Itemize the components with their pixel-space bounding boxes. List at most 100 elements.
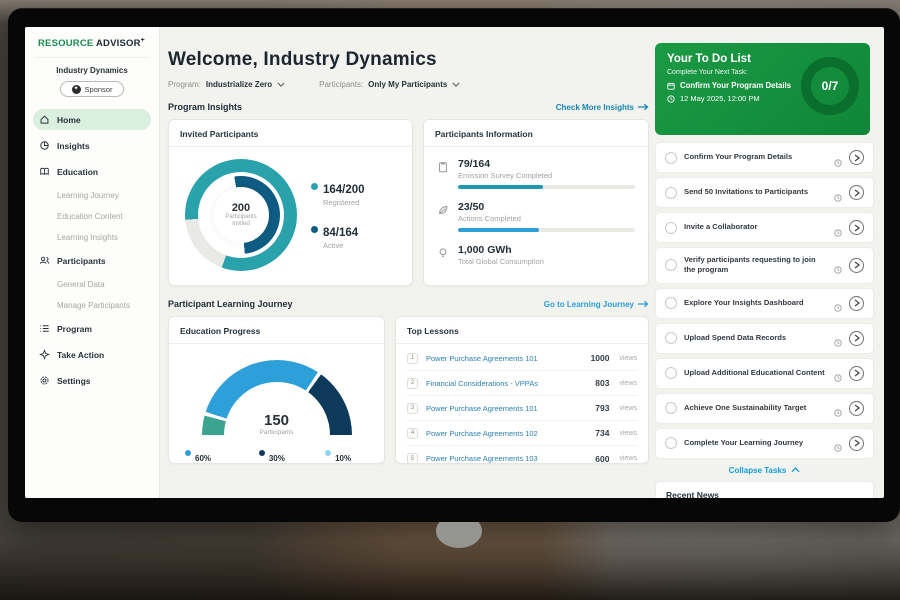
lesson-row[interactable]: 2 Financial Considerations - VPPAs 803 v… xyxy=(407,371,637,396)
task-checkbox[interactable] xyxy=(665,152,677,164)
task-row[interactable]: Invite a Collaborator xyxy=(655,212,874,243)
participants-filter-dropdown[interactable]: Participants: Only My Participants xyxy=(319,80,460,89)
task-checkbox[interactable] xyxy=(665,259,677,271)
top-lessons-card: Top Lessons 1 Power Purchase Agreements … xyxy=(395,316,649,464)
lesson-link[interactable]: Power Purchase Agreements 101 xyxy=(426,404,587,413)
sidebar-item-program[interactable]: Program xyxy=(33,318,151,339)
people-icon xyxy=(39,255,50,266)
task-checkbox[interactable] xyxy=(665,332,677,344)
program-filter-value: Industrialize Zero xyxy=(206,80,272,89)
gear-icon xyxy=(39,375,50,386)
top-lessons-list: 1 Power Purchase Agreements 101 1000 vie… xyxy=(396,344,648,464)
lesson-rank-badge: 2 xyxy=(407,378,418,389)
gauge-center-value: 150 xyxy=(202,412,352,429)
task-row[interactable]: Upload Additional Educational Content xyxy=(655,358,874,389)
task-label: Explore Your Insights Dashboard xyxy=(684,298,827,308)
chevron-up-icon xyxy=(791,467,800,473)
lesson-link[interactable]: Power Purchase Agreements 102 xyxy=(426,429,587,438)
stat-bar-fill xyxy=(458,228,539,232)
chevron-right-icon xyxy=(854,404,860,412)
sidebar-item-learning-insights[interactable]: Learning Insights xyxy=(33,229,151,246)
task-chevron-button[interactable] xyxy=(849,220,864,235)
task-row[interactable]: Achieve One Sustainability Target xyxy=(655,393,874,424)
divider xyxy=(35,57,149,58)
sponsor-badge[interactable]: ✦ Sponsor xyxy=(60,81,124,97)
lesson-rank-badge: 1 xyxy=(407,353,418,364)
go-to-learning-journey-link[interactable]: Go to Learning Journey xyxy=(544,300,649,309)
sidebar-item-settings[interactable]: Settings xyxy=(33,370,151,391)
task-row[interactable]: Confirm Your Program Details xyxy=(655,142,874,173)
legend-item-pending: 30% Pending xyxy=(259,448,293,464)
sidebar-item-education-content[interactable]: Education Content xyxy=(33,208,151,225)
sidebar-item-participants[interactable]: Participants xyxy=(33,250,151,271)
task-chevron-button[interactable] xyxy=(849,366,864,381)
lesson-row[interactable]: 4 Power Purchase Agreements 102 734 view… xyxy=(407,421,637,446)
link-label: Check More Insights xyxy=(556,103,634,112)
clock-icon xyxy=(834,439,842,447)
clock-icon xyxy=(667,95,675,103)
sidebar-item-label: Settings xyxy=(57,376,91,386)
task-row[interactable]: Send 50 Invitations to Participants xyxy=(655,177,874,208)
link-label: Go to Learning Journey xyxy=(544,300,634,309)
task-row[interactable]: Explore Your Insights Dashboard xyxy=(655,288,874,319)
task-checkbox[interactable] xyxy=(665,402,677,414)
task-checkbox[interactable] xyxy=(665,367,677,379)
spark-icon xyxy=(39,349,50,360)
collapse-tasks-link[interactable]: Collapse Tasks xyxy=(655,466,874,475)
task-checkbox[interactable] xyxy=(665,297,677,309)
participants-information-card: Participants Information 79/164 Emission… xyxy=(423,119,649,286)
participants-filter-label: Participants: xyxy=(319,80,363,89)
gauge-legend-dot xyxy=(259,450,265,456)
sidebar-item-label: Program xyxy=(57,324,92,334)
task-row[interactable]: Complete Your Learning Journey xyxy=(655,428,874,459)
task-chevron-button[interactable] xyxy=(849,296,864,311)
task-checkbox[interactable] xyxy=(665,187,677,199)
lesson-link[interactable]: Power Purchase Agreements 103 xyxy=(426,454,587,463)
lesson-link[interactable]: Financial Considerations - VPPAs xyxy=(426,379,587,388)
invited-participants-card: Invited Participants 200 Participants In… xyxy=(168,119,413,286)
sidebar-item-education[interactable]: Education xyxy=(33,161,151,182)
check-more-insights-link[interactable]: Check More Insights xyxy=(556,103,649,112)
org-name: Industry Dynamics xyxy=(25,66,159,75)
insights-icon xyxy=(39,140,50,151)
clock-icon xyxy=(834,189,842,197)
sidebar-item-general-data[interactable]: General Data xyxy=(33,276,151,293)
task-label: Confirm Your Program Details xyxy=(684,152,827,162)
task-chevron-button[interactable] xyxy=(849,150,864,165)
lesson-row[interactable]: 5 Power Purchase Agreements 103 600 view… xyxy=(407,446,637,464)
arrow-right-icon xyxy=(638,103,649,111)
lesson-row[interactable]: 3 Power Purchase Agreements 101 793 view… xyxy=(407,396,637,421)
chevron-down-icon xyxy=(277,82,285,87)
sidebar-item-learning-journey[interactable]: Learning Journey xyxy=(33,187,151,204)
sidebar-item-manage-participants[interactable]: Manage Participants xyxy=(33,297,151,314)
task-row[interactable]: Verify participants requesting to join t… xyxy=(655,247,874,284)
lesson-rank-badge: 5 xyxy=(407,453,418,464)
lesson-row[interactable]: 1 Power Purchase Agreements 101 1000 vie… xyxy=(407,346,637,371)
todo-progress-value: 0/7 xyxy=(822,79,839,93)
task-chevron-button[interactable] xyxy=(849,185,864,200)
task-chevron-button[interactable] xyxy=(849,331,864,346)
todo-next-task-time: 12 May 2025, 12:00 PM xyxy=(680,94,760,103)
task-checkbox[interactable] xyxy=(665,437,677,449)
task-row[interactable]: Upload Spend Data Records xyxy=(655,323,874,354)
main-content: Welcome, Industry Dynamics Program: Indu… xyxy=(160,27,659,498)
gauge-center-label: Participants xyxy=(202,429,352,436)
program-filter-dropdown[interactable]: Program: Industrialize Zero xyxy=(168,80,285,89)
task-label: Upload Additional Educational Content xyxy=(684,368,827,378)
sidebar-item-label: Learning Insights xyxy=(57,233,118,242)
card-title: Top Lessons xyxy=(396,317,648,344)
donut-legend: 164/200 Registered 84/164 Active xyxy=(311,180,365,250)
task-checkbox[interactable] xyxy=(665,222,677,234)
task-chevron-button[interactable] xyxy=(849,401,864,416)
sidebar-item-home[interactable]: Home xyxy=(33,109,151,130)
sidebar-item-take-action[interactable]: Take Action xyxy=(33,344,151,365)
task-chevron-button[interactable] xyxy=(849,258,864,273)
clock-icon xyxy=(834,224,842,232)
chevron-right-icon xyxy=(854,334,860,342)
chevron-right-icon xyxy=(854,369,860,377)
lesson-link[interactable]: Power Purchase Agreements 101 xyxy=(426,354,583,363)
recent-news-title: Recent News xyxy=(656,482,873,499)
sidebar-item-insights[interactable]: Insights xyxy=(33,135,151,156)
task-chevron-button[interactable] xyxy=(849,436,864,451)
todo-column: Your To Do List Complete Your Next Task:… xyxy=(655,27,877,498)
